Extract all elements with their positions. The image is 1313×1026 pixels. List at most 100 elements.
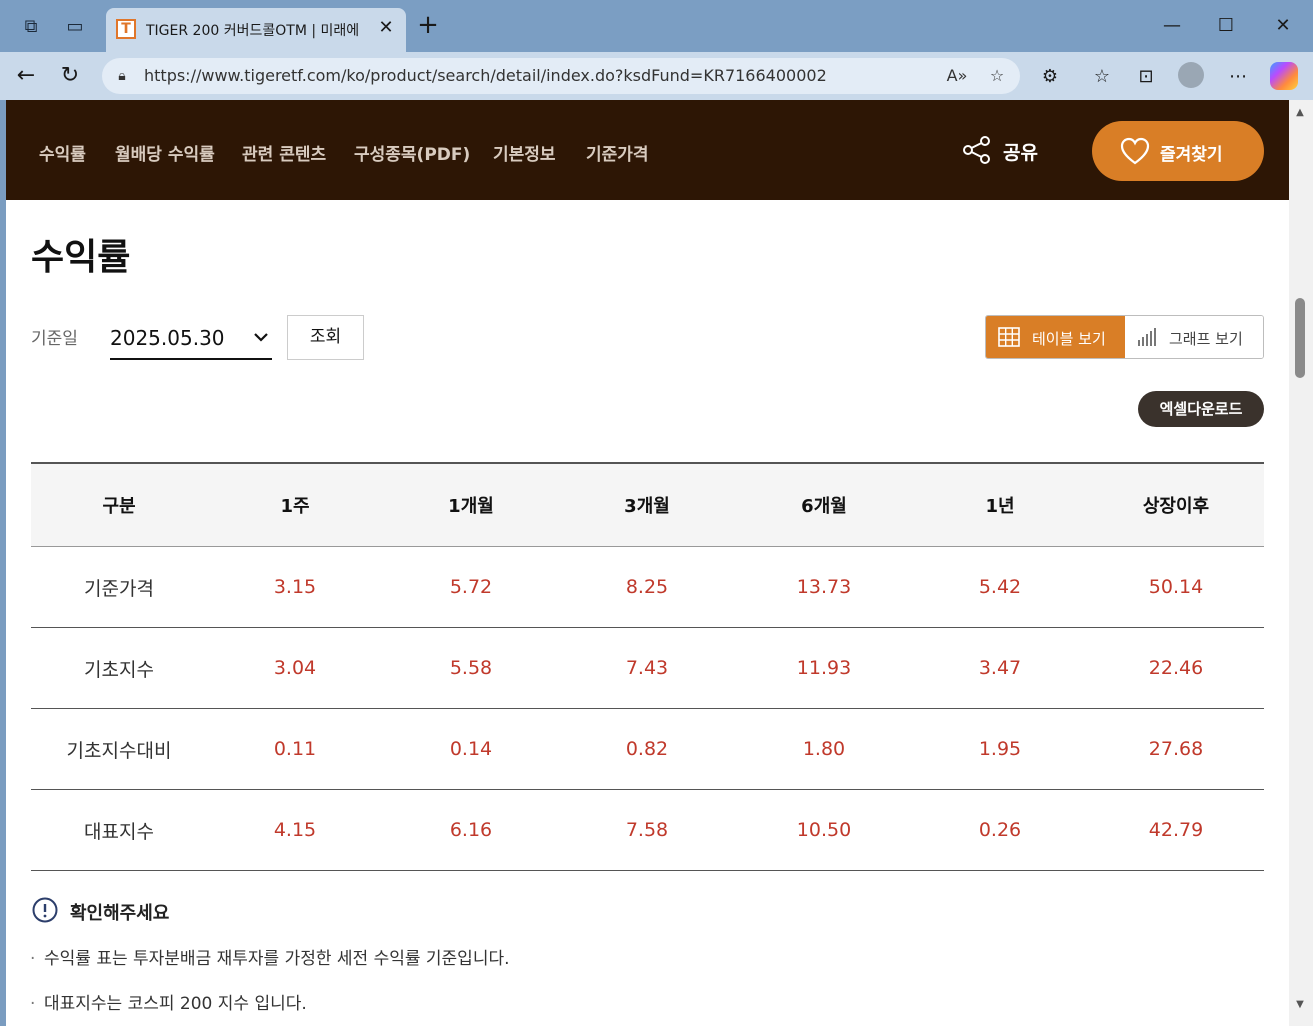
table-cell: 0.82	[625, 738, 669, 760]
read-aloud-icon[interactable]: A»	[946, 65, 968, 87]
table-row: 기초지수대비 0.11 0.14 0.82 1.80 1.95 27.68	[31, 709, 1264, 790]
favorite-button[interactable]: 즐겨찾기	[1092, 121, 1264, 181]
bullet: ·	[30, 994, 36, 1014]
table-cell: 0.26	[978, 819, 1022, 841]
refresh-icon[interactable]: ↻	[56, 62, 84, 90]
table-cell: 3.15	[273, 576, 317, 598]
header-1w: 1주	[280, 496, 310, 517]
tiger-favicon-icon: T	[116, 19, 136, 39]
favorite-star-icon[interactable]: ☆	[986, 65, 1008, 87]
table-row: 기초지수 3.04 5.58 7.43 11.93 3.47 22.46	[31, 628, 1264, 709]
table-header-row: 구분 1주 1개월 3개월 6개월 1년 상장이후	[31, 464, 1264, 547]
header-category: 구분	[102, 496, 136, 517]
date-select[interactable]: 2025.05.30	[110, 316, 272, 360]
table-cell: 13.73	[796, 576, 852, 598]
maximize-icon[interactable]: ☐	[1211, 12, 1241, 40]
notice-title: 확인해주세요	[70, 903, 170, 924]
table-view-label: 테이블 보기	[1032, 330, 1106, 348]
heart-icon	[1120, 137, 1150, 165]
browser-tab-active[interactable]: T TIGER 200 커버드콜OTM | 미래에 ✕	[106, 8, 406, 52]
browser-toolbar: ← ↻ 🔒︎ https://www.tigeretf.com/ko/produ…	[0, 52, 1313, 100]
page-title: 수익률	[31, 237, 131, 278]
date-label: 기준일	[31, 329, 78, 349]
favorites-icon[interactable]: ☆	[1089, 64, 1115, 90]
row-label: 기초지수	[84, 658, 154, 681]
chevron-down-icon	[254, 333, 268, 342]
table-cell: 8.25	[625, 576, 669, 598]
table-cell: 7.43	[625, 657, 669, 679]
notice-item: · 대표지수는 코스피 200 지수 입니다.	[30, 989, 307, 1014]
nav-link-monthly-dividend[interactable]: 월배당 수익률	[115, 140, 215, 165]
scroll-down-icon[interactable]: ▼	[1293, 998, 1307, 1012]
product-section-nav: 수익률 월배당 수익률 관련 콘텐츠 구성종목(PDF) 기본정보 기준가격 공…	[6, 100, 1289, 200]
workspaces-icon[interactable]: ⧉	[20, 16, 42, 38]
screenshot-icon[interactable]: ⊡	[1133, 64, 1159, 90]
notice-item: · 수익률 표는 투자분배금 재투자를 가정한 세전 수익률 기준입니다.	[30, 944, 510, 969]
row-label: 기준가격	[84, 577, 154, 600]
window-close-icon[interactable]: ✕	[1268, 12, 1298, 40]
table-cell: 7.58	[625, 819, 669, 841]
table-cell: 1.95	[978, 738, 1022, 760]
table-cell: 5.58	[449, 657, 493, 679]
table-cell: 5.42	[978, 576, 1022, 598]
table-view-button[interactable]: 테이블 보기	[986, 316, 1125, 358]
table-cell: 3.47	[978, 657, 1022, 679]
address-bar[interactable]: 🔒︎ https://www.tigeretf.com/ko/product/s…	[102, 58, 1020, 94]
table-cell: 5.72	[449, 576, 493, 598]
graph-view-label: 그래프 보기	[1169, 330, 1243, 348]
excel-download-button[interactable]: 엑셀다운로드	[1138, 391, 1264, 427]
table-cell: 0.14	[449, 738, 493, 760]
header-since-listing: 상장이후	[1142, 496, 1210, 517]
table-cell: 10.50	[796, 819, 852, 841]
nav-link-holdings-pdf[interactable]: 구성종목(PDF)	[354, 140, 470, 165]
header-3m: 3개월	[624, 496, 670, 517]
table-cell: 50.14	[1148, 576, 1204, 598]
minimize-icon[interactable]: —	[1157, 12, 1187, 40]
new-tab-icon[interactable]: +	[416, 12, 440, 38]
table-cell: 1.80	[802, 738, 846, 760]
more-menu-icon[interactable]: ⋯	[1225, 64, 1251, 90]
bar-chart-icon	[1138, 328, 1156, 346]
notice-text: 수익률 표는 투자분배금 재투자를 가정한 세전 수익률 기준입니다.	[44, 949, 510, 969]
nav-link-related-content[interactable]: 관련 콘텐츠	[242, 140, 326, 165]
tab-title: TIGER 200 커버드콜OTM | 미래에	[146, 23, 360, 39]
lock-icon[interactable]: 🔒︎	[112, 66, 132, 86]
page-viewport: 수익률 월배당 수익률 관련 콘텐츠 구성종목(PDF) 기본정보 기준가격 공…	[6, 100, 1289, 1026]
profile-avatar[interactable]	[1178, 62, 1204, 88]
table-cell: 27.68	[1148, 738, 1204, 760]
scrollbar-thumb[interactable]	[1295, 298, 1305, 378]
extensions-icon[interactable]: ⚙	[1037, 64, 1063, 90]
exclamation-circle-icon	[32, 897, 58, 923]
table-cell: 6.16	[449, 819, 493, 841]
returns-table: 구분 1주 1개월 3개월 6개월 1년 상장이후 기준가격 3.15 5.72…	[31, 462, 1264, 871]
row-label: 대표지수	[84, 820, 154, 843]
url-text[interactable]: https://www.tigeretf.com/ko/product/sear…	[144, 66, 827, 85]
page-scrollbar[interactable]: ▲ ▼	[1289, 100, 1313, 1026]
nav-link-returns[interactable]: 수익률	[39, 140, 86, 165]
scroll-up-icon[interactable]: ▲	[1293, 106, 1307, 120]
table-cell: 4.15	[273, 819, 317, 841]
tab-actions-icon[interactable]: ▭	[64, 16, 86, 38]
notice-text: 대표지수는 코스피 200 지수 입니다.	[44, 994, 307, 1014]
nav-link-basic-info[interactable]: 기본정보	[493, 140, 556, 165]
table-cell: 3.04	[273, 657, 317, 679]
graph-view-button[interactable]: 그래프 보기	[1125, 316, 1263, 358]
favorite-label: 즐겨찾기	[1160, 145, 1223, 165]
table-cell: 22.46	[1148, 657, 1204, 679]
header-1m: 1개월	[448, 496, 494, 517]
back-icon[interactable]: ←	[12, 62, 40, 90]
view-toggle: 테이블 보기 그래프 보기	[985, 315, 1264, 359]
table-cell: 42.79	[1148, 819, 1204, 841]
table-cell: 0.11	[273, 738, 317, 760]
bullet: ·	[30, 949, 36, 969]
share-icon	[963, 136, 990, 164]
copilot-icon[interactable]	[1270, 62, 1298, 90]
tab-close-icon[interactable]: ✕	[376, 18, 396, 38]
nav-link-base-price[interactable]: 기준가격	[586, 140, 649, 165]
query-button[interactable]: 조회	[287, 315, 364, 360]
header-1y: 1년	[985, 496, 1015, 517]
date-value: 2025.05.30	[110, 326, 225, 350]
share-label: 공유	[1003, 142, 1038, 164]
table-cell: 11.93	[796, 657, 852, 679]
table-row: 기준가격 3.15 5.72 8.25 13.73 5.42 50.14	[31, 547, 1264, 628]
